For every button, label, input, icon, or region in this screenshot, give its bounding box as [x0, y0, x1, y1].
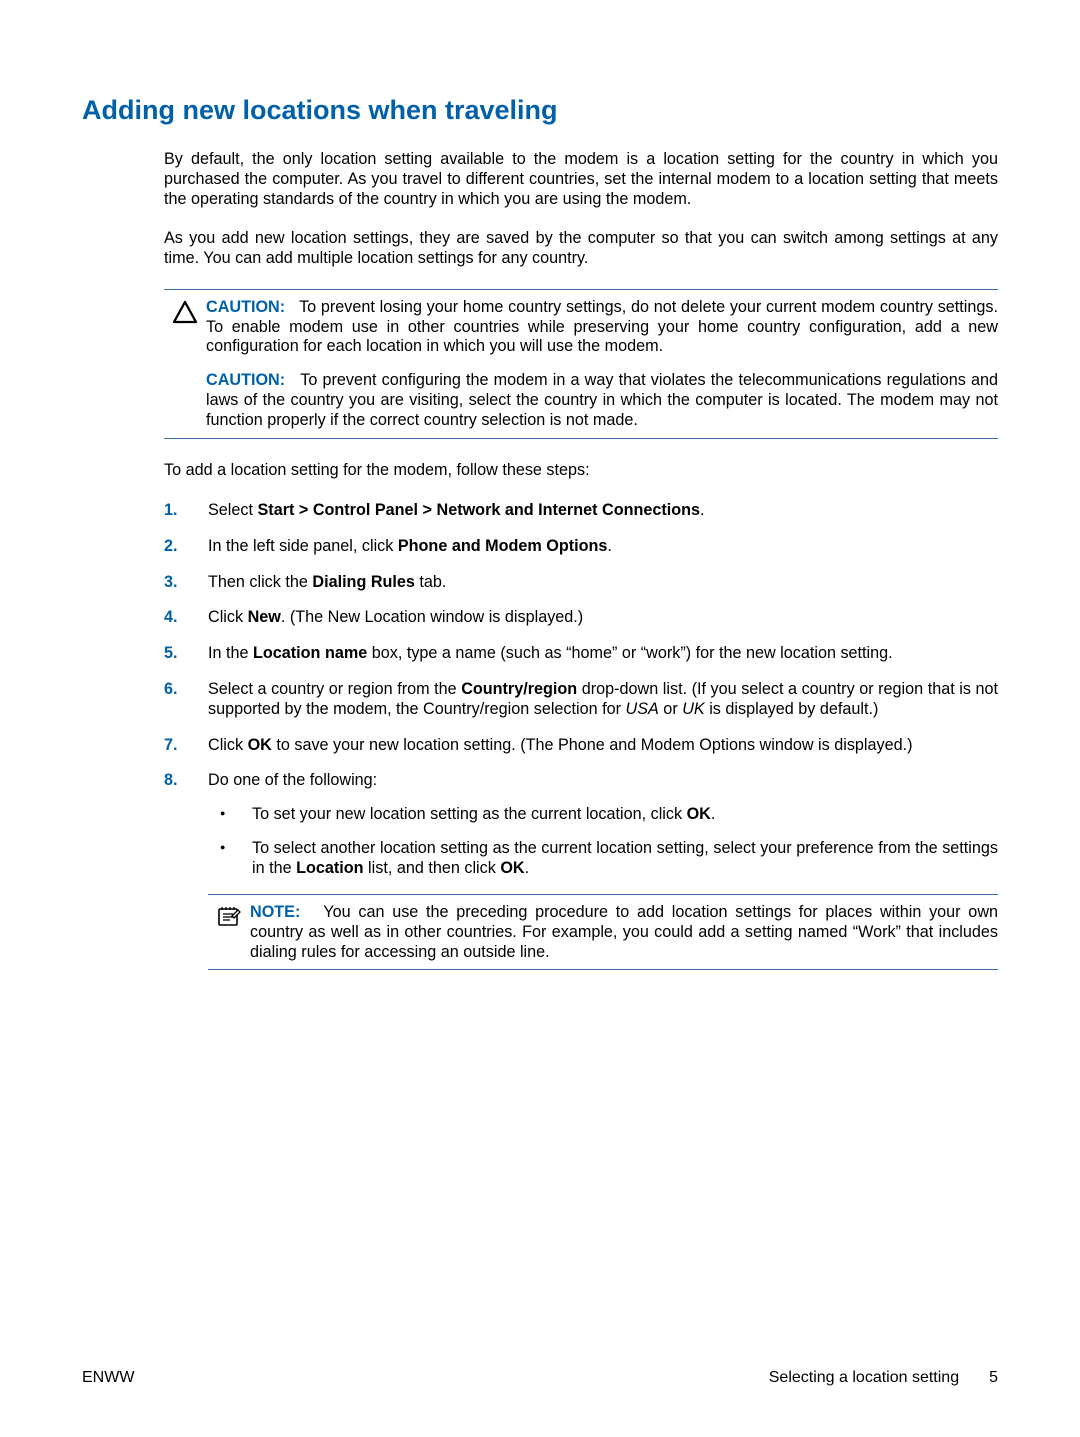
caution-label: CAUTION: — [206, 298, 285, 316]
footer-left: ENWW — [82, 1369, 134, 1387]
caution-text-1: To prevent losing your home country sett… — [206, 298, 998, 356]
step-text: . — [711, 805, 716, 823]
page-heading: Adding new locations when traveling — [82, 95, 998, 126]
step-6: Select a country or region from the Coun… — [164, 680, 998, 720]
caution-text-2: To prevent configuring the modem in a wa… — [206, 371, 998, 429]
step-text: In the left side panel, click — [208, 537, 398, 555]
step-text: . — [525, 859, 530, 877]
caution-paragraph-1: CAUTION: To prevent losing your home cou… — [206, 298, 998, 357]
step-text: . (The New Location window is displayed.… — [281, 608, 583, 626]
step-text: or — [659, 700, 682, 718]
step-text: Then click the — [208, 573, 312, 591]
step-5: In the Location name box, type a name (s… — [164, 644, 998, 664]
note-icon — [216, 904, 242, 922]
step-text: list, and then click — [364, 859, 501, 877]
steps-list: Select Start > Control Panel > Network a… — [164, 501, 998, 969]
step-8-option-2: To select another location setting as th… — [208, 839, 998, 879]
step-text: Select a country or region from the — [208, 680, 461, 698]
steps-lead-in: To add a location setting for the modem,… — [164, 461, 998, 481]
step-bold-button: New — [248, 608, 281, 626]
footer-section-title: Selecting a location setting — [769, 1369, 959, 1387]
body-content: By default, the only location setting av… — [164, 150, 998, 970]
caution-box: CAUTION: To prevent losing your home cou… — [164, 289, 998, 440]
step-7: Click OK to save your new location setti… — [164, 736, 998, 756]
step-bold-button: OK — [687, 805, 711, 823]
step-text: Select — [208, 501, 258, 519]
step-4: Click New. (The New Location window is d… — [164, 608, 998, 628]
step-8-option-1: To set your new location setting as the … — [208, 805, 998, 825]
step-italic-value: USA — [626, 700, 659, 718]
step-bold-button: OK — [248, 736, 272, 754]
step-text: tab. — [415, 573, 447, 591]
step-text: . — [607, 537, 612, 555]
step-bold-tab: Dialing Rules — [312, 573, 415, 591]
caution-label: CAUTION: — [206, 371, 285, 389]
page: Adding new locations when traveling By d… — [0, 0, 1080, 1437]
intro-paragraph-2: As you add new location settings, they a… — [164, 229, 998, 269]
page-footer: ENWW Selecting a location setting 5 — [82, 1369, 998, 1387]
step-text: Click — [208, 736, 248, 754]
step-1: Select Start > Control Panel > Network a… — [164, 501, 998, 521]
note-box: NOTE: You can use the preceding procedur… — [208, 894, 998, 969]
note-label: NOTE: — [250, 903, 300, 921]
step-3: Then click the Dialing Rules tab. — [164, 573, 998, 593]
step-text: . — [700, 501, 705, 519]
step-text: is displayed by default.) — [705, 700, 879, 718]
step-bold-list: Location — [296, 859, 363, 877]
step-text: Do one of the following: — [208, 771, 377, 789]
note-text: You can use the preceding procedure to a… — [250, 903, 998, 961]
step-bold-dropdown: Country/region — [461, 680, 577, 698]
step-text: box, type a name (such as “home” or “wor… — [367, 644, 892, 662]
step-bold-option: Phone and Modem Options — [398, 537, 608, 555]
caution-icon — [172, 300, 198, 318]
footer-page-number: 5 — [989, 1369, 998, 1387]
intro-paragraph-1: By default, the only location setting av… — [164, 150, 998, 209]
step-text: To set your new location setting as the … — [252, 805, 687, 823]
step-text: In the — [208, 644, 253, 662]
step-text: to save your new location setting. (The … — [272, 736, 913, 754]
step-8-sublist: To set your new location setting as the … — [208, 805, 998, 878]
step-8: Do one of the following: To set your new… — [164, 771, 998, 969]
caution-paragraph-2: CAUTION: To prevent configuring the mode… — [206, 371, 998, 430]
step-bold-field: Location name — [253, 644, 367, 662]
step-bold-button: OK — [500, 859, 524, 877]
step-2: In the left side panel, click Phone and … — [164, 537, 998, 557]
step-bold-path: Start > Control Panel > Network and Inte… — [258, 501, 701, 519]
step-italic-value: UK — [682, 700, 705, 718]
step-text: Click — [208, 608, 248, 626]
